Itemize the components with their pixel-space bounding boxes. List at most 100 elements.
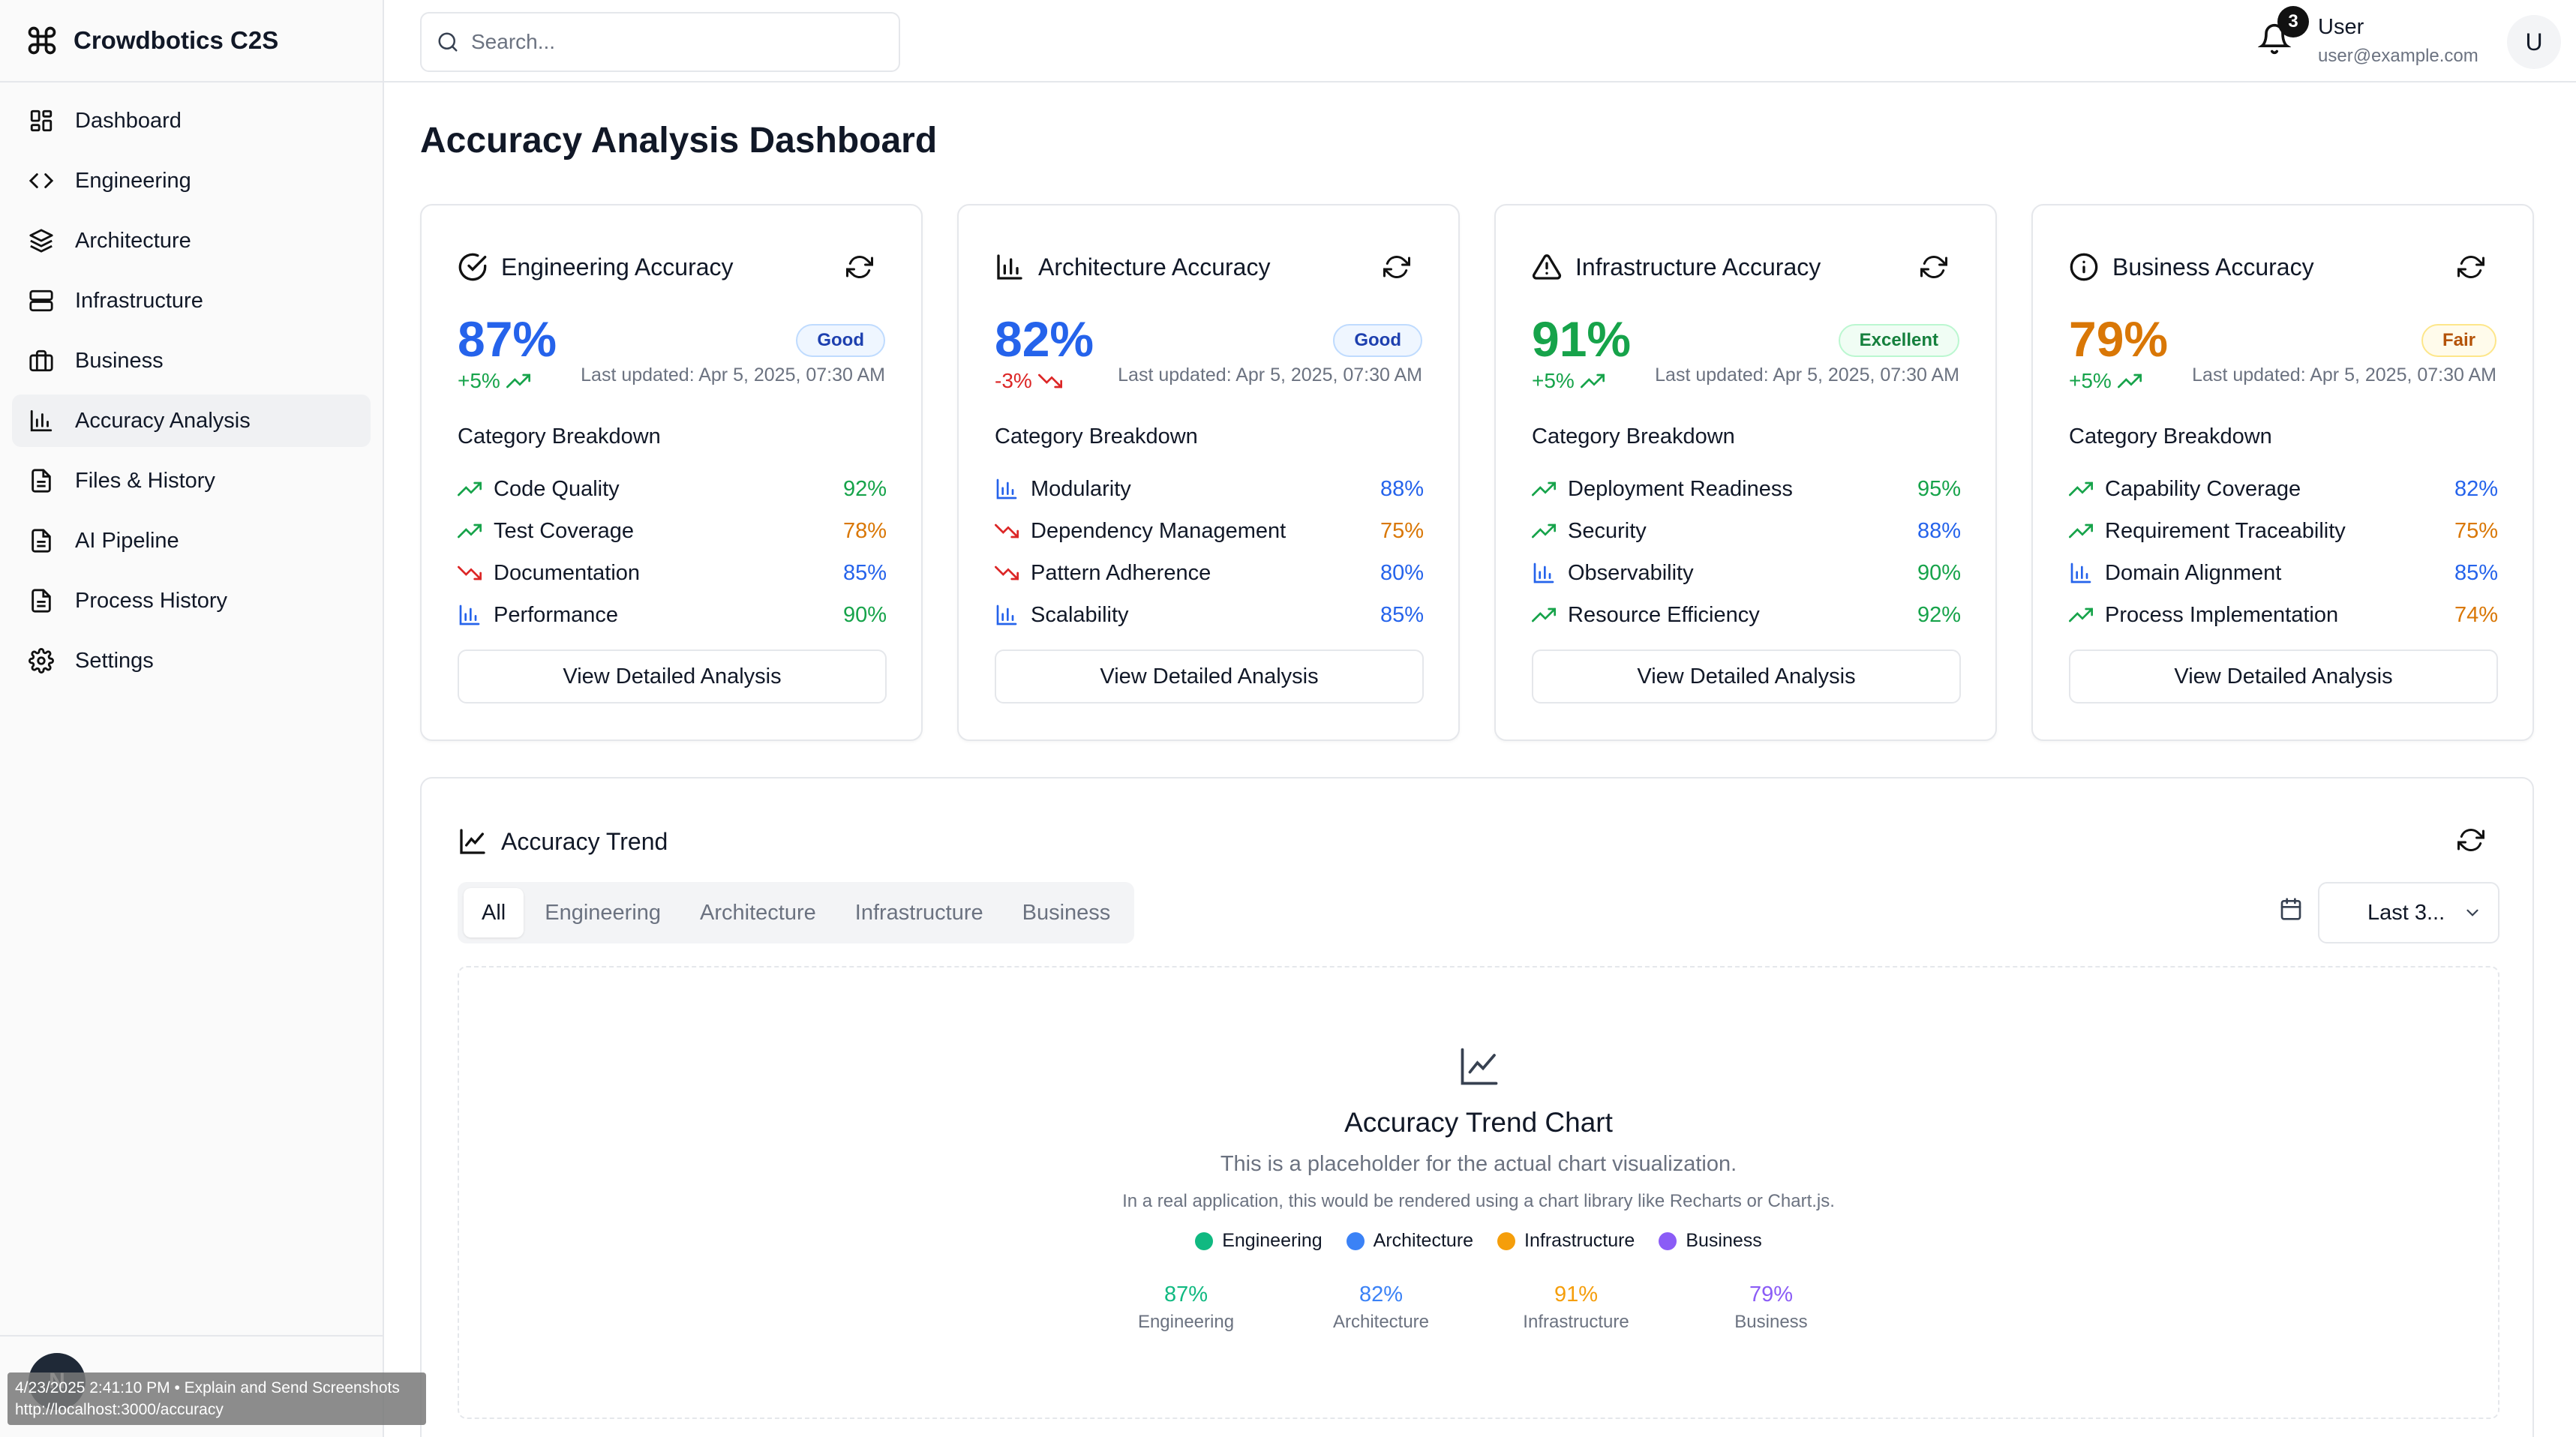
brand[interactable]: Crowdbotics C2S (0, 0, 383, 82)
refresh-button[interactable] (2457, 254, 2484, 280)
info-icon (2070, 253, 2098, 281)
notifications-button[interactable]: 3 (2257, 6, 2309, 60)
user-email: user@example.com (2318, 46, 2478, 66)
legend-dot (1497, 1232, 1516, 1250)
last-updated: Last updated: Apr 5, 2025, 07:30 AM (1118, 364, 1422, 386)
row-value: 92% (1917, 602, 1961, 627)
briefcase-icon (29, 350, 53, 372)
card-header: Architecture Accuracy (995, 252, 1270, 282)
sidebar-item-ai-pipeline[interactable]: AI Pipeline (12, 514, 371, 567)
refresh-button[interactable] (846, 254, 873, 280)
page-title: Accuracy Analysis Dashboard (420, 121, 938, 160)
refresh-button[interactable] (1383, 254, 1410, 280)
alert-triangle-icon (1532, 254, 1562, 280)
sidebar-item-settings[interactable]: Settings (12, 634, 371, 687)
row-label: Scalability (1031, 602, 1129, 627)
layers-icon (29, 229, 53, 253)
sidebar-item-infrastructure[interactable]: Infrastructure (12, 274, 371, 327)
row-value: 75% (1380, 518, 1424, 543)
file-icon (32, 589, 51, 613)
breakdown-row: Requirement Traceability 75% (2069, 510, 2498, 552)
breakdown-row: Performance 90% (458, 594, 887, 636)
sidebar-item-architecture[interactable]: Architecture (12, 214, 371, 267)
legend-label: Infrastructure (1524, 1230, 1635, 1251)
summary-label: Engineering (1137, 1312, 1235, 1332)
sidebar-item-business[interactable]: Business (12, 334, 371, 387)
file-icon (32, 529, 51, 553)
row-label: Process Implementation (2105, 602, 2339, 627)
row-value: 88% (1917, 518, 1961, 543)
card-title: Engineering Accuracy (501, 253, 734, 280)
placeholder-subtitle: This is a placeholder for the actual cha… (1220, 1152, 1737, 1176)
trending-up-icon (2069, 524, 2093, 538)
breakdown-row: Resource Efficiency 92% (1532, 594, 1961, 636)
sidebar-item-label: Process History (75, 588, 228, 613)
tab-architecture[interactable]: Architecture (682, 888, 834, 938)
search-input[interactable] (471, 30, 891, 54)
row-label: Security (1568, 518, 1647, 543)
sidebar-item-label: Business (75, 348, 164, 373)
delta-indicator: -3% (995, 369, 1062, 393)
view-detailed-analysis-button[interactable]: View Detailed Analysis (1532, 650, 1961, 704)
breakdown-title: Category Breakdown (458, 424, 661, 448)
trending-up-icon (2069, 482, 2093, 496)
breakdown-row: Pattern Adherence 80% (995, 552, 1424, 594)
file-icon (32, 469, 51, 493)
summary-item: 87% Engineering (1088, 1282, 1283, 1333)
view-detailed-analysis-button[interactable]: View Detailed Analysis (2069, 650, 2498, 704)
row-value: 85% (2454, 560, 2498, 585)
row-value: 90% (1917, 560, 1961, 585)
view-detailed-analysis-button[interactable]: View Detailed Analysis (995, 650, 1424, 704)
sidebar-item-label: Accuracy Analysis (75, 408, 251, 433)
tab-business[interactable]: Business (1004, 888, 1129, 938)
accuracy-value: 87% (458, 311, 557, 367)
user-info[interactable]: User user@example.com (2318, 15, 2478, 67)
sidebar-item-label: Architecture (75, 228, 191, 253)
app-name: Crowdbotics C2S (74, 26, 279, 54)
row-value: 74% (2454, 602, 2498, 627)
calendar-button[interactable] (2279, 897, 2303, 921)
last-updated: Last updated: Apr 5, 2025, 07:30 AM (581, 364, 885, 386)
trending-up-icon (458, 482, 482, 496)
legend-item-infrastructure: Infrastructure (1497, 1230, 1635, 1252)
sidebar-item-dashboard[interactable]: Dashboard (12, 94, 371, 147)
calendar-icon (2280, 898, 2301, 920)
row-value: 82% (2454, 476, 2498, 501)
status-badge: Fair (2421, 324, 2496, 357)
bar-chart-icon (997, 254, 1022, 280)
date-range-select[interactable]: Last 3... (2318, 882, 2499, 944)
row-label: Performance (494, 602, 619, 627)
card-header: Infrastructure Accuracy (1532, 252, 1821, 282)
line-chart-icon (460, 829, 485, 854)
user-avatar[interactable]: U (2507, 15, 2561, 69)
refresh-button[interactable] (1920, 254, 1947, 280)
search-box[interactable] (420, 12, 900, 72)
breakdown-row: Deployment Readiness 95% (1532, 468, 1961, 510)
breakdown-row: Scalability 85% (995, 594, 1424, 636)
row-label: Domain Alignment (2105, 560, 2282, 585)
refresh-button[interactable] (2457, 826, 2484, 854)
trending-up-icon (458, 524, 482, 538)
trending-up-icon (1532, 608, 1556, 622)
sidebar-item-label: AI Pipeline (75, 528, 179, 553)
sidebar-item-engineering[interactable]: Engineering (12, 154, 371, 207)
row-label: Deployment Readiness (1568, 476, 1793, 501)
sidebar-item-process-history[interactable]: Process History (12, 574, 371, 627)
tab-engineering[interactable]: Engineering (527, 888, 679, 938)
legend-dot (1659, 1232, 1677, 1250)
tooltip-url: http://localhost:3000/accuracy (15, 1401, 224, 1418)
sidebar-item-label: Settings (75, 648, 154, 673)
delta-value: +5% (1532, 369, 1575, 392)
sidebar-item-accuracy-analysis[interactable]: Accuracy Analysis (12, 394, 371, 447)
accuracy-trend-panel: Accuracy Trend All Engineering Architect… (420, 777, 2534, 1437)
breakdown-row: Process Implementation 74% (2069, 594, 2498, 636)
card-title: Business Accuracy (2112, 253, 2314, 280)
summary-values: 87% Engineering 82% Architecture 91% Inf… (459, 1282, 2498, 1333)
sidebar-item-files-history[interactable]: Files & History (12, 454, 371, 507)
legend-dot (1195, 1232, 1214, 1250)
row-value: 80% (1380, 560, 1424, 585)
tab-infrastructure[interactable]: Infrastructure (837, 888, 1001, 938)
view-detailed-analysis-button[interactable]: View Detailed Analysis (458, 650, 887, 704)
user-name: User (2318, 15, 2364, 39)
tab-all[interactable]: All (464, 888, 524, 938)
